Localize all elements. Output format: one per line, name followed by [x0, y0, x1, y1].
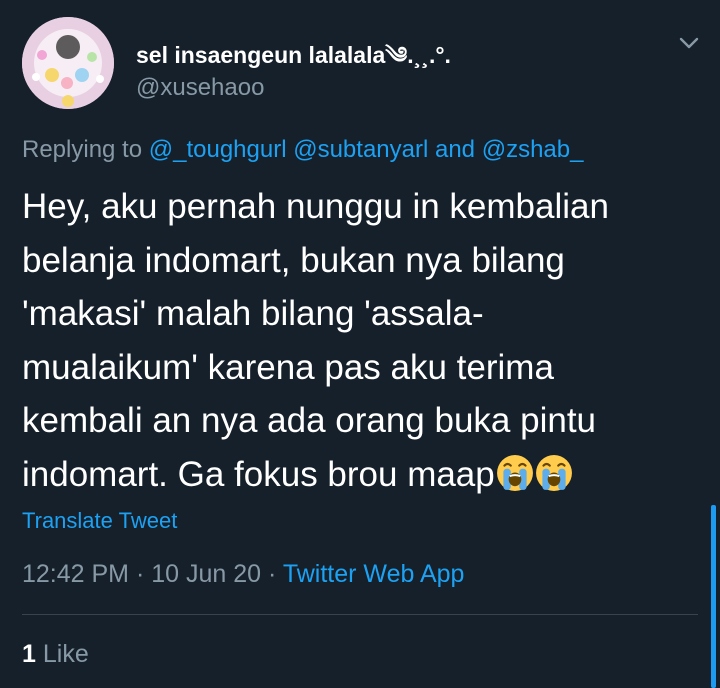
tweet-text-line: belanja indomart, bukan nya bilang	[22, 240, 565, 280]
user-handle[interactable]: @xusehaoo	[136, 74, 264, 102]
loudly-crying-face-icon	[535, 454, 572, 491]
meta-separator: ·	[268, 560, 277, 588]
like-label: Like	[42, 640, 89, 668]
mention-link[interactable]: @subtanyarl	[293, 136, 428, 163]
loudly-crying-face-icon	[496, 454, 533, 491]
tweet-text-line: Hey, aku pernah nunggu in kembalian	[22, 187, 609, 226]
divider	[22, 614, 698, 615]
tweet-text-last-line: indomart. Ga fokus brou maap	[22, 448, 702, 502]
tweet-text-line: 'makasi' malah bilang 'assala-	[22, 294, 484, 333]
tweet-source-link[interactable]: Twitter Web App	[283, 560, 465, 588]
translate-tweet-link[interactable]: Translate Tweet	[22, 508, 177, 534]
replying-to: Replying to @_toughgurl @subtanyarl and …	[22, 136, 583, 164]
tweet-date[interactable]: 10 Jun 20	[151, 560, 261, 588]
mention-link[interactable]: @_toughgurl	[149, 136, 287, 163]
replying-prefix: Replying to	[22, 136, 143, 163]
mention-link[interactable]: @zshab_	[482, 136, 584, 163]
avatar-image	[22, 17, 114, 109]
tweet-meta: 12:42 PM · 10 Jun 20 · Twitter Web App	[22, 560, 464, 589]
scrollbar[interactable]	[711, 505, 716, 688]
tweet-time[interactable]: 12:42 PM	[22, 560, 129, 588]
tweet-text-line: indomart. Ga fokus brou maap	[22, 454, 495, 494]
meta-separator: ·	[135, 560, 145, 588]
likes-link[interactable]: 1 Like	[22, 640, 89, 669]
chevron-down-icon[interactable]	[678, 36, 700, 50]
tweet-text-line: mualaikum' karena pas aku terima	[22, 347, 554, 387]
tweet-detail: sel insaengeun lalalala༄.¸¸.°. @xusehaoo…	[0, 0, 720, 688]
like-count: 1	[22, 640, 36, 668]
avatar[interactable]	[22, 17, 114, 109]
mention-connector[interactable]: and	[435, 136, 475, 163]
tweet-text-line: kembali an nya ada orang buka pintu	[22, 401, 597, 440]
tweet-text: Hey, aku pernah nunggu in kembalian bela…	[22, 180, 702, 501]
